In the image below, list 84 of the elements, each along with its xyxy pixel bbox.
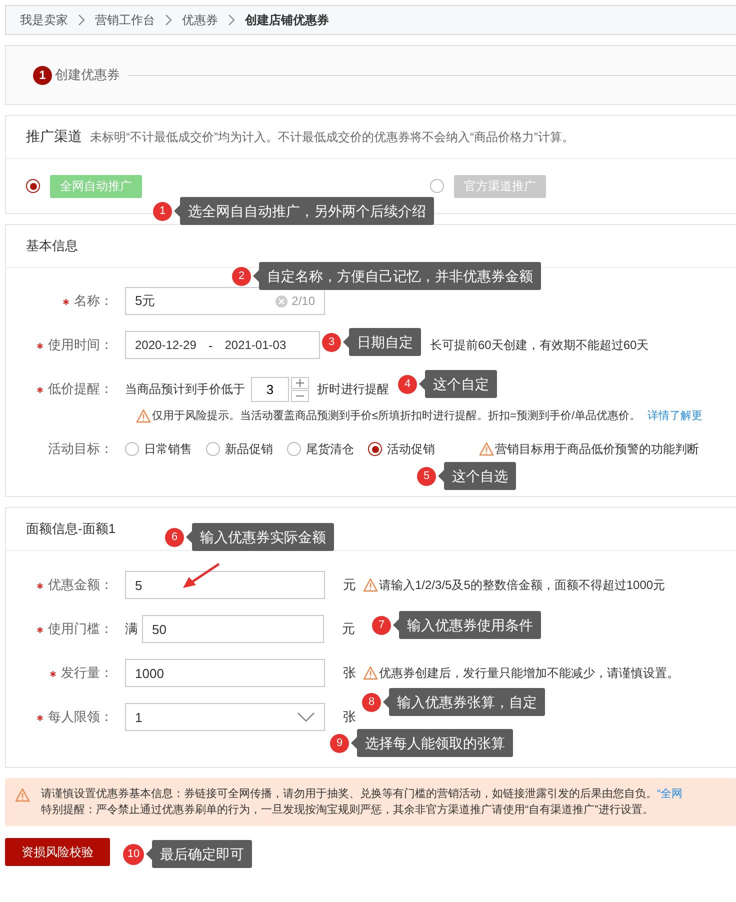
field-label: 名称：: [74, 293, 113, 308]
field-label: 优惠金额：: [48, 577, 113, 592]
risk-check-button[interactable]: 资损风险校验: [5, 838, 110, 866]
number-badge: 4: [398, 374, 417, 394]
warning-icon: [479, 442, 494, 456]
number-badge: 1: [153, 202, 172, 220]
number-badge: 5: [417, 466, 436, 486]
text-field[interactable]: 1000: [125, 659, 325, 687]
field-label: 发行量：: [61, 665, 113, 680]
number-badge: 7: [372, 616, 391, 634]
arrow-icon: [180, 562, 222, 590]
radio-icon[interactable]: [26, 179, 40, 193]
minus-button[interactable]: [291, 390, 309, 402]
details-link[interactable]: 详情了解更: [648, 408, 703, 423]
text-field[interactable]: 5元 2/10: [125, 287, 325, 315]
warning-icon: [136, 408, 151, 422]
end-date: 2021-01-03: [224, 338, 286, 352]
date-range-field[interactable]: 2020-12-29 - 2021-01-03: [125, 331, 320, 359]
notice-text: 请谨慎设置优惠券基本信息：券链接可全网传播，请勿用于抽奖、兑换等有门槛的营销活动，如链接泄露引发的后果由您自负。: [41, 786, 657, 802]
discount-field[interactable]: 3: [251, 376, 289, 402]
chevron-right-icon: [228, 14, 235, 26]
annotation-callout: 选择每人能领取的张算: [357, 729, 513, 757]
unit-label: 张: [343, 708, 357, 726]
annotation-callout: 这个自定: [425, 370, 497, 398]
text-field[interactable]: 50: [142, 615, 324, 643]
breadcrumb-item[interactable]: 营销工作台: [95, 12, 155, 28]
number-badge: 9: [330, 734, 349, 752]
number-badge: 6: [165, 528, 184, 546]
reminder-prefix: 当商品预计到手价低于: [125, 380, 245, 398]
annotation-callout: 这个自选: [444, 462, 516, 490]
chevron-right-icon: [165, 14, 172, 26]
breadcrumb-item[interactable]: 创建店铺优惠券: [245, 12, 329, 28]
annotation-callout: 选全网自自动推广，另外两个后续介绍: [180, 197, 434, 225]
breadcrumb-item[interactable]: 我是卖家: [20, 12, 68, 28]
warning-text: 请输入1/2/3/5及5的整数倍金额，面额不得超过1000元: [379, 576, 666, 594]
warning-text: 营销目标用于商品低价预警的功能判断: [495, 440, 699, 458]
date-separator: -: [208, 338, 213, 352]
name-input[interactable]: 5元: [135, 294, 235, 308]
unit-label: 元: [343, 576, 357, 594]
annotation-callout: 输入优惠券张算，自定: [389, 688, 545, 716]
number-badge: 8: [362, 692, 381, 712]
text-field[interactable]: 5: [125, 571, 325, 599]
start-date: 2020-12-29: [135, 338, 196, 352]
field-label: 使用时间：: [48, 337, 113, 352]
field-label: 使用门槛：: [48, 621, 113, 636]
unit-label: 张: [343, 664, 357, 682]
section-title: 基本信息: [26, 237, 78, 255]
section-title: 推广渠道: [26, 128, 82, 146]
field-label: 每人限领：: [48, 709, 113, 724]
warning-icon: [363, 666, 378, 680]
radio-option[interactable]: 日常销售: [125, 440, 192, 458]
number-badge: 2: [232, 266, 251, 286]
section-title: 面额信息-面额1: [26, 520, 116, 538]
number-badge: 10: [123, 844, 144, 864]
radio-option[interactable]: 尾货清仓: [287, 440, 354, 458]
warning-text: 优惠券创建后，发行量只能增加不能减少，请谨慎设置。: [379, 664, 679, 682]
unit-label: 元: [342, 620, 356, 638]
plus-icon: [296, 378, 304, 386]
chevron-down-icon: [297, 712, 315, 722]
breadcrumb-item[interactable]: 优惠券: [182, 12, 218, 28]
warning-text: 仅用于风险提示。当活动覆盖商品预测到手价≤所填折扣时进行提醒。折扣=预测到手价/单品优惠价。: [152, 408, 641, 423]
date-hint: 长可提前60天创建，有效期不能超过60天: [430, 336, 649, 354]
number-badge: 3: [322, 332, 341, 352]
warning-icon: [363, 578, 378, 592]
annotation-callout: 日期自定: [349, 328, 421, 356]
annotation-callout: 输入优惠券使用条件: [399, 611, 541, 639]
annotation-callout: 自定名称，方便自己记忆，并非优惠券金额: [259, 262, 541, 290]
chevron-right-icon: [78, 14, 85, 26]
annotation-callout: 最后确定即可: [152, 840, 252, 868]
reminder-suffix: 折时进行提醒: [317, 380, 389, 398]
step-number: 1: [33, 66, 52, 84]
warning-icon: [15, 788, 30, 802]
notice-text: 特别提醒：严令禁止通过优惠券刷单的行为，一旦发现按淘宝规则严惩，其余非官方渠道推广请使用“自有渠道推广”进行设置。: [41, 802, 654, 818]
radio-option[interactable]: 新品促销: [206, 440, 273, 458]
section-note: 未标明“不计最低成交价”均为计入。不计最低成交价的优惠券将不会纳入“商品价格力”计算。: [90, 128, 574, 146]
field-prefix: 满: [125, 620, 138, 638]
field-label: 低价提醒：: [48, 381, 113, 396]
plus-button[interactable]: [291, 376, 309, 388]
step-label: 创建优惠券: [55, 66, 120, 84]
annotation-callout: 输入优惠券实际金额: [192, 523, 334, 551]
character-counter: 2/10: [292, 294, 315, 308]
field-label: 活动目标：: [48, 441, 113, 456]
radio-option[interactable]: 活动促销: [368, 440, 435, 458]
select-field[interactable]: 1: [125, 703, 325, 731]
